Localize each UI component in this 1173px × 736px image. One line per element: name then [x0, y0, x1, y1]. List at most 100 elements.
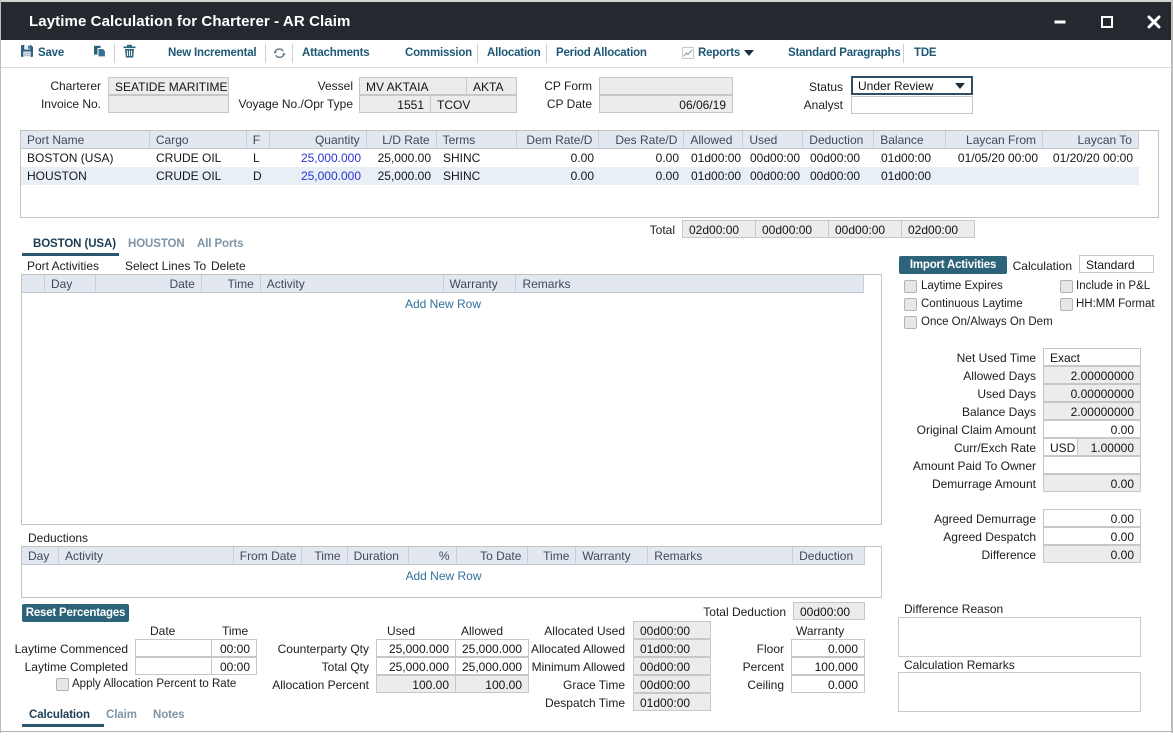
column-header[interactable]: Terms [437, 131, 517, 148]
total-qty-allowed-field[interactable]: 25,000.000 [455, 657, 529, 675]
reports-button[interactable]: Reports [698, 47, 740, 59]
allocation-button[interactable]: Allocation [487, 47, 541, 59]
column-header[interactable]: Activity [261, 275, 444, 292]
activities-add-new-row-link[interactable]: Add New Row [22, 293, 864, 311]
ceiling-field[interactable]: 0.000 [791, 675, 865, 693]
counterparty-qty-allowed-field[interactable]: 25,000.000 [455, 639, 529, 657]
copy-icon[interactable] [93, 44, 107, 63]
column-header[interactable]: Date [96, 275, 202, 292]
port-row-houston[interactable]: HOUSTON CRUDE OIL D 25,000.000 25,000.00… [21, 167, 1139, 185]
original-claim-amount-field[interactable]: 0.00 [1043, 420, 1141, 438]
agreed-despatch-field[interactable]: 0.00 [1043, 527, 1141, 545]
column-header[interactable]: From Date [234, 547, 302, 564]
charterer-field[interactable]: SEATIDE MARITIME [108, 77, 229, 95]
counterparty-qty-used-field[interactable]: 25,000.000 [376, 639, 456, 657]
net-used-time-field[interactable]: Exact [1043, 348, 1141, 366]
vessel-name-field[interactable]: MV AKTAIA [359, 77, 467, 95]
include-in-pl-checkbox[interactable] [1060, 280, 1073, 293]
continuous-laytime-checkbox[interactable] [904, 298, 917, 311]
standard-paragraphs-button[interactable]: Standard Paragraphs [788, 47, 901, 59]
column-header[interactable]: Des Rate/D [599, 131, 684, 148]
column-header[interactable]: Laycan From [946, 131, 1043, 148]
column-header[interactable]: Day [22, 547, 59, 564]
tab-all-ports[interactable]: All Ports [197, 238, 243, 250]
column-header[interactable]: Deduction [803, 131, 874, 148]
column-header[interactable]: Activity [59, 547, 234, 564]
import-activities-button[interactable]: Import Activities [899, 256, 1007, 274]
laytime-commenced-date-field[interactable] [135, 639, 212, 657]
column-header[interactable]: Remarks [516, 275, 863, 292]
commission-button[interactable]: Commission [405, 47, 472, 59]
maximize-button[interactable] [1090, 2, 1124, 42]
tab-notes[interactable]: Notes [153, 709, 184, 721]
delete-icon[interactable] [123, 44, 136, 63]
attachments-button[interactable]: Attachments [302, 47, 369, 59]
column-header[interactable]: Dem Rate/D [517, 131, 600, 148]
tab-houston[interactable]: HOUSTON [128, 238, 185, 250]
laytime-expires-checkbox[interactable] [904, 280, 917, 293]
refresh-icon[interactable] [273, 46, 286, 64]
cp-form-field[interactable] [599, 77, 733, 95]
floor-field[interactable]: 0.000 [791, 639, 865, 657]
delete-lines-button[interactable]: Delete [211, 259, 246, 273]
laytime-commenced-time-field[interactable]: 00:00 [211, 639, 257, 657]
close-button[interactable] [1137, 2, 1171, 42]
column-header[interactable]: % [409, 547, 457, 564]
column-header[interactable]: L/D Rate [367, 131, 437, 148]
status-dropdown[interactable]: Under Review [851, 76, 973, 95]
column-header[interactable] [22, 275, 45, 292]
column-header[interactable]: F [247, 131, 270, 148]
reset-percentages-button[interactable]: Reset Percentages [22, 604, 129, 622]
tde-button[interactable]: TDE [914, 47, 936, 59]
currency-field[interactable]: USD [1043, 438, 1078, 456]
reports-icon[interactable] [682, 46, 694, 64]
voyage-no-field[interactable]: 1551 [359, 95, 431, 113]
cp-date-field[interactable]: 06/06/19 [599, 95, 733, 113]
period-allocation-button[interactable]: Period Allocation [556, 47, 647, 59]
column-header[interactable]: Port Name [21, 131, 150, 148]
minimize-button[interactable] [1043, 2, 1077, 42]
apply-allocation-checkbox[interactable] [56, 678, 69, 691]
laytime-completed-time-field[interactable]: 00:00 [211, 657, 257, 675]
column-header[interactable]: Laycan To [1043, 131, 1138, 148]
total-qty-used-field[interactable]: 25,000.000 [376, 657, 456, 675]
cell-quantity-link[interactable]: 25,000.000 [270, 149, 367, 167]
port-row-boston[interactable]: BOSTON (USA) CRUDE OIL L 25,000.000 25,0… [21, 149, 1139, 167]
column-header[interactable]: Deduction [793, 547, 864, 564]
column-header[interactable]: Duration [348, 547, 409, 564]
select-lines-to-button[interactable]: Select Lines To [125, 259, 206, 273]
cell-quantity-link[interactable]: 25,000.000 [270, 167, 367, 185]
hhmm-format-checkbox[interactable] [1060, 298, 1073, 311]
column-header[interactable]: Allowed [684, 131, 743, 148]
laytime-completed-date-field[interactable] [135, 657, 212, 675]
opr-type-field[interactable]: TCOV [430, 95, 517, 113]
difference-reason-textarea[interactable] [898, 617, 1141, 657]
column-header[interactable]: Warranty [576, 547, 648, 564]
column-header[interactable]: Balance [874, 131, 946, 148]
invoice-no-field[interactable] [108, 95, 229, 113]
column-header[interactable]: Day [45, 275, 96, 292]
column-header[interactable]: Time [528, 547, 576, 564]
save-icon[interactable] [20, 44, 34, 63]
calculation-remarks-textarea[interactable] [898, 672, 1141, 712]
analyst-field[interactable] [851, 96, 973, 114]
column-header[interactable]: Quantity [270, 131, 367, 148]
tab-claim[interactable]: Claim [106, 709, 137, 721]
vessel-code-field[interactable]: AKTA [466, 77, 517, 95]
column-header[interactable]: Time [302, 547, 348, 564]
percent-field[interactable]: 100.000 [791, 657, 865, 675]
tab-calculation[interactable]: Calculation [29, 709, 90, 721]
amount-paid-to-owner-field[interactable] [1043, 456, 1141, 474]
agreed-demurrage-field[interactable]: 0.00 [1043, 509, 1141, 527]
column-header[interactable]: To Date [457, 547, 529, 564]
column-header[interactable]: Remarks [648, 547, 793, 564]
deductions-add-new-row-link[interactable]: Add New Row [22, 565, 865, 583]
calculation-field[interactable]: Standard [1079, 255, 1154, 273]
new-incremental-button[interactable]: New Incremental [168, 47, 256, 59]
column-header[interactable]: Warranty [444, 275, 517, 292]
column-header[interactable]: Cargo [150, 131, 247, 148]
once-on-always-checkbox[interactable] [904, 316, 917, 329]
column-header[interactable]: Used [743, 131, 803, 148]
save-button[interactable]: Save [38, 47, 64, 59]
column-header[interactable]: Time [202, 275, 261, 292]
